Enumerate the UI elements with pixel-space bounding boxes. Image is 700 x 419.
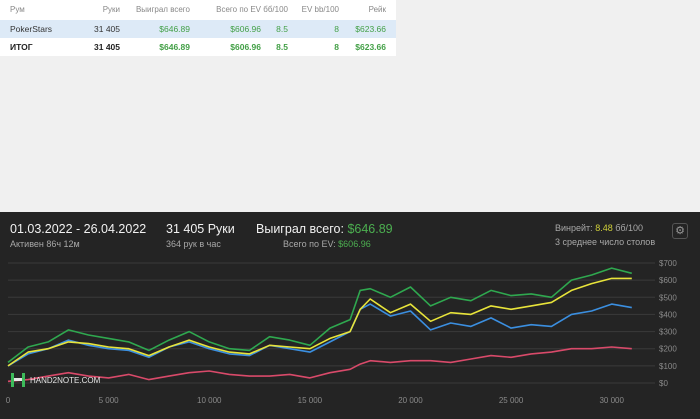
hand2note-logo: HAND2NOTE.COM: [11, 373, 101, 387]
x-axis: 0 5 000 10 000 15 000 20 000 25 000 30 000: [6, 396, 625, 405]
col-header-won[interactable]: Выиграл всего: [136, 0, 190, 20]
y-tick-label: $0: [659, 379, 668, 388]
x-tick-label: 10 000: [197, 396, 222, 405]
h2n-logo-icon: [11, 373, 25, 387]
logo-text: HAND2NOTE.COM: [30, 376, 101, 385]
y-tick-label: $700: [659, 259, 677, 268]
y-tick-label: $400: [659, 310, 677, 319]
winnings-chart: $0 $100 $200 $300 $400 $500 $600 $700 0 5 000 10 …: [6, 259, 678, 405]
y-tick-label: $100: [659, 362, 677, 371]
total-rake: $623.66: [355, 42, 386, 52]
bb100-value: 8.5: [276, 24, 288, 34]
total-evbb100: 8: [334, 42, 339, 52]
x-tick-label: 5 000: [99, 396, 120, 405]
evbb100-value: 8: [334, 24, 339, 34]
col-header-evbb100[interactable]: EV bb/100: [302, 0, 339, 20]
ev-value: $606.96: [230, 24, 261, 34]
room-name: PokerStars: [10, 24, 53, 34]
col-header-rake[interactable]: Рейк: [369, 0, 386, 20]
total-ev: $606.96: [230, 42, 261, 52]
col-header-hands[interactable]: Руки: [103, 0, 120, 20]
total-bb100: 8.5: [276, 42, 288, 52]
x-tick-label: 20 000: [398, 396, 423, 405]
table-row[interactable]: PokerStars 31 405 $646.89 $606.96 8.5 8 …: [0, 20, 396, 38]
blue-line: [7, 303, 632, 367]
y-tick-label: $500: [659, 293, 677, 302]
hands-value: 31 405: [94, 24, 120, 34]
col-header-room[interactable]: Рум: [10, 0, 25, 20]
col-header-ev[interactable]: Всего по EV: [216, 0, 261, 20]
table-total-row: ИТОГ 31 405 $646.89 $606.96 8.5 8 $623.6…: [0, 38, 396, 56]
rake-value: $623.66: [355, 24, 386, 34]
x-tick-label: 15 000: [298, 396, 323, 405]
table-header: Рум Руки Выиграл всего Всего по EV бб/10…: [0, 0, 396, 20]
chart-lines: [7, 267, 633, 383]
won-value: $646.89: [159, 24, 190, 34]
stats-table: Рум Руки Выиграл всего Всего по EV бб/10…: [0, 0, 396, 56]
red-line: [7, 346, 632, 383]
total-label: ИТОГ: [10, 42, 33, 52]
x-tick-label: 30 000: [599, 396, 624, 405]
y-tick-label: $300: [659, 328, 677, 337]
x-tick-label: 0: [6, 396, 11, 405]
y-tick-label: $200: [659, 345, 677, 354]
x-tick-label: 25 000: [499, 396, 524, 405]
y-tick-label: $600: [659, 276, 677, 285]
col-header-bb100[interactable]: бб/100: [263, 0, 288, 20]
graph-panel: 01.03.2022 - 26.04.2022 Активен 86ч 12м …: [0, 212, 700, 419]
total-hands: 31 405: [94, 42, 120, 52]
total-won: $646.89: [159, 42, 190, 52]
y-axis: $0 $100 $200 $300 $400 $500 $600 $700: [659, 259, 677, 388]
